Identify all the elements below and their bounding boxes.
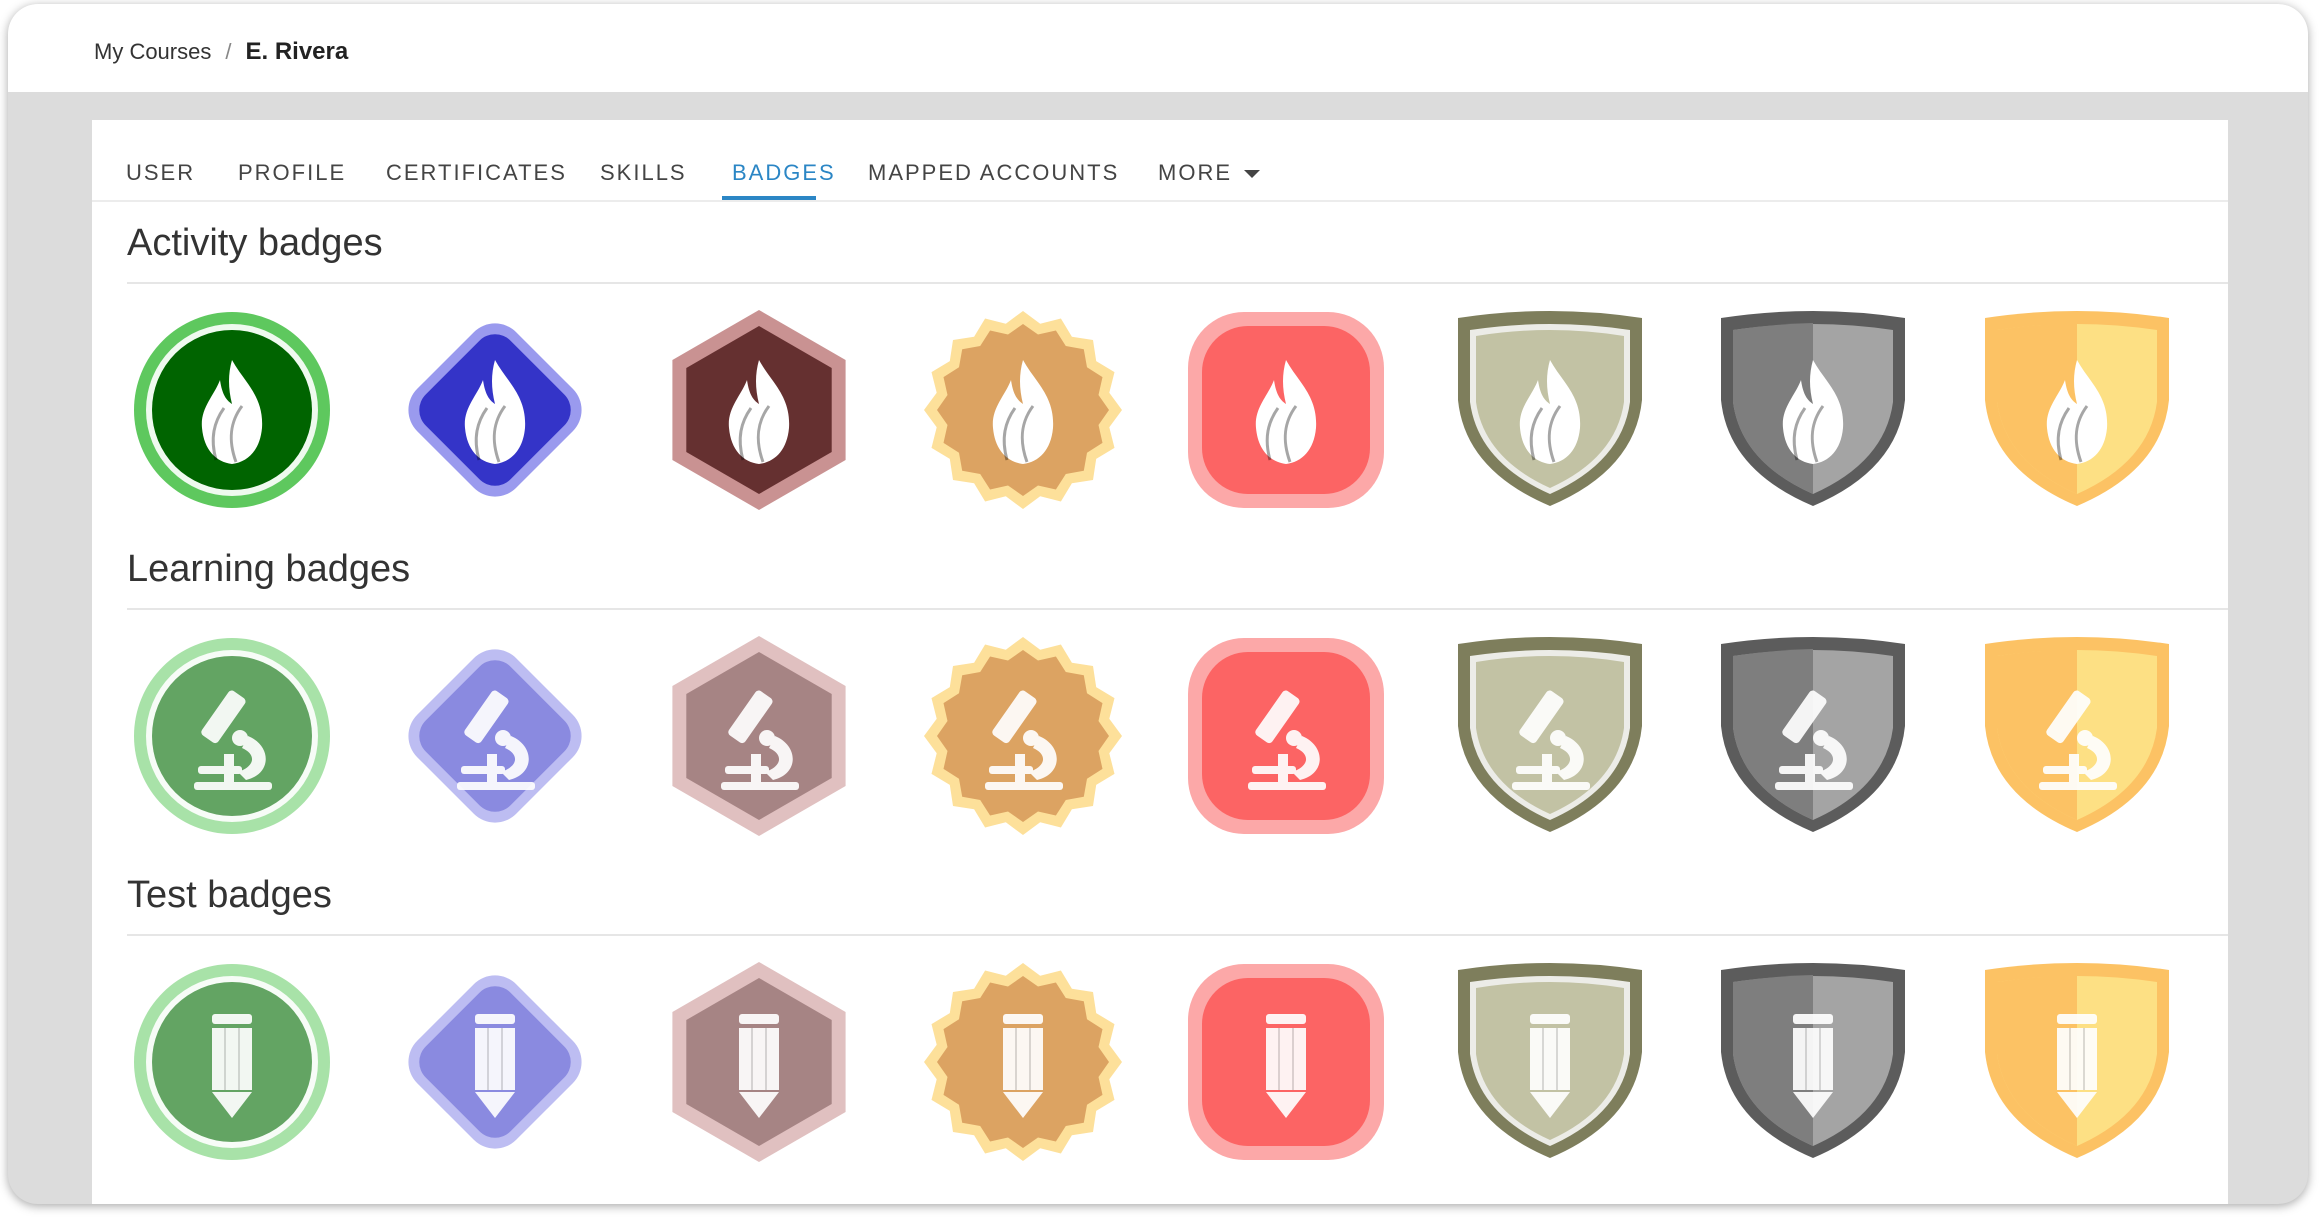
microscope-icon	[924, 637, 1122, 835]
tab-skills[interactable]: SKILLS	[600, 160, 687, 186]
section-divider	[127, 608, 2228, 610]
badge-hexagon-pencil[interactable]	[659, 962, 859, 1162]
badge-diamond-pencil[interactable]	[395, 962, 595, 1162]
tab-user[interactable]: USER	[126, 160, 195, 186]
microscope-icon	[1458, 637, 1642, 832]
flame-icon	[1458, 311, 1642, 506]
microscope-icon	[1721, 637, 1905, 832]
badge-shield-split-pencil[interactable]	[1977, 962, 2177, 1162]
section-divider	[127, 934, 2228, 936]
flame-icon	[672, 310, 846, 510]
badge-hexagon-flame[interactable]	[659, 310, 859, 510]
breadcrumb: My Courses / E. Rivera	[94, 34, 348, 70]
section-divider	[127, 282, 2228, 284]
badge-hexagon-microscope[interactable]	[659, 636, 859, 836]
badge-shield-split-flame[interactable]	[1713, 310, 1913, 510]
top-bar: My Courses / E. Rivera	[8, 4, 2308, 92]
tab-badges[interactable]: BADGES	[732, 160, 836, 186]
tab-certificates[interactable]: CERTIFICATES	[386, 160, 567, 186]
flame-icon	[1721, 311, 1905, 506]
active-tab-indicator	[722, 196, 816, 200]
breadcrumb-my-courses-link[interactable]: My Courses	[94, 39, 211, 65]
flame-icon	[1188, 312, 1384, 508]
badge-rounded-square-pencil[interactable]	[1186, 962, 1386, 1162]
app-frame: My Courses / E. Rivera USER PROFILE CERT…	[8, 4, 2308, 1204]
badge-shield-pencil[interactable]	[1450, 962, 1650, 1162]
pencil-icon	[134, 964, 330, 1160]
badge-shield-split-pencil[interactable]	[1713, 962, 1913, 1162]
pencil-icon	[672, 962, 846, 1162]
tab-bar: USER PROFILE CERTIFICATES SKILLS BADGES …	[92, 120, 2228, 202]
badge-shield-split-microscope[interactable]	[1713, 636, 1913, 836]
breadcrumb-separator: /	[225, 39, 232, 64]
pencil-icon	[408, 975, 582, 1149]
badge-diamond-microscope[interactable]	[395, 636, 595, 836]
badge-diamond-flame[interactable]	[395, 310, 595, 510]
flame-icon	[408, 323, 582, 497]
pencil-icon	[1985, 963, 2169, 1158]
section-title-test: Test badges	[127, 874, 332, 916]
pencil-icon	[1458, 963, 1642, 1158]
badge-seal-microscope[interactable]	[923, 636, 1123, 836]
microscope-icon	[408, 649, 582, 823]
badge-circle-microscope[interactable]	[132, 636, 332, 836]
microscope-icon	[1985, 637, 2169, 832]
pencil-icon	[1721, 963, 1905, 1158]
microscope-icon	[672, 636, 846, 836]
microscope-icon	[134, 638, 330, 834]
badge-rounded-square-flame[interactable]	[1186, 310, 1386, 510]
badge-shield-flame[interactable]	[1450, 310, 1650, 510]
flame-icon	[924, 311, 1122, 509]
badge-shield-split-microscope[interactable]	[1977, 636, 2177, 836]
section-title-activity: Activity badges	[127, 222, 383, 264]
tab-profile[interactable]: PROFILE	[238, 160, 346, 186]
badge-circle-pencil[interactable]	[132, 962, 332, 1162]
badge-seal-flame[interactable]	[923, 310, 1123, 510]
tab-mapped-accounts[interactable]: MAPPED ACCOUNTS	[868, 160, 1119, 186]
badge-shield-split-flame[interactable]	[1977, 310, 2177, 510]
tab-more-label: MORE	[1158, 160, 1232, 185]
badge-circle-flame[interactable]	[132, 310, 332, 510]
flame-icon	[134, 312, 330, 508]
badge-shield-microscope[interactable]	[1450, 636, 1650, 836]
pencil-icon	[924, 963, 1122, 1161]
badge-rounded-square-microscope[interactable]	[1186, 636, 1386, 836]
user-detail-card: USER PROFILE CERTIFICATES SKILLS BADGES …	[92, 120, 2228, 1204]
tab-more[interactable]: MORE	[1158, 160, 1260, 186]
microscope-icon	[1188, 638, 1384, 834]
section-title-learning: Learning badges	[127, 548, 411, 590]
flame-icon	[1985, 311, 2169, 506]
badge-seal-pencil[interactable]	[923, 962, 1123, 1162]
caret-down-icon	[1244, 170, 1260, 179]
breadcrumb-current-user: E. Rivera	[245, 38, 349, 65]
pencil-icon	[1188, 964, 1384, 1160]
